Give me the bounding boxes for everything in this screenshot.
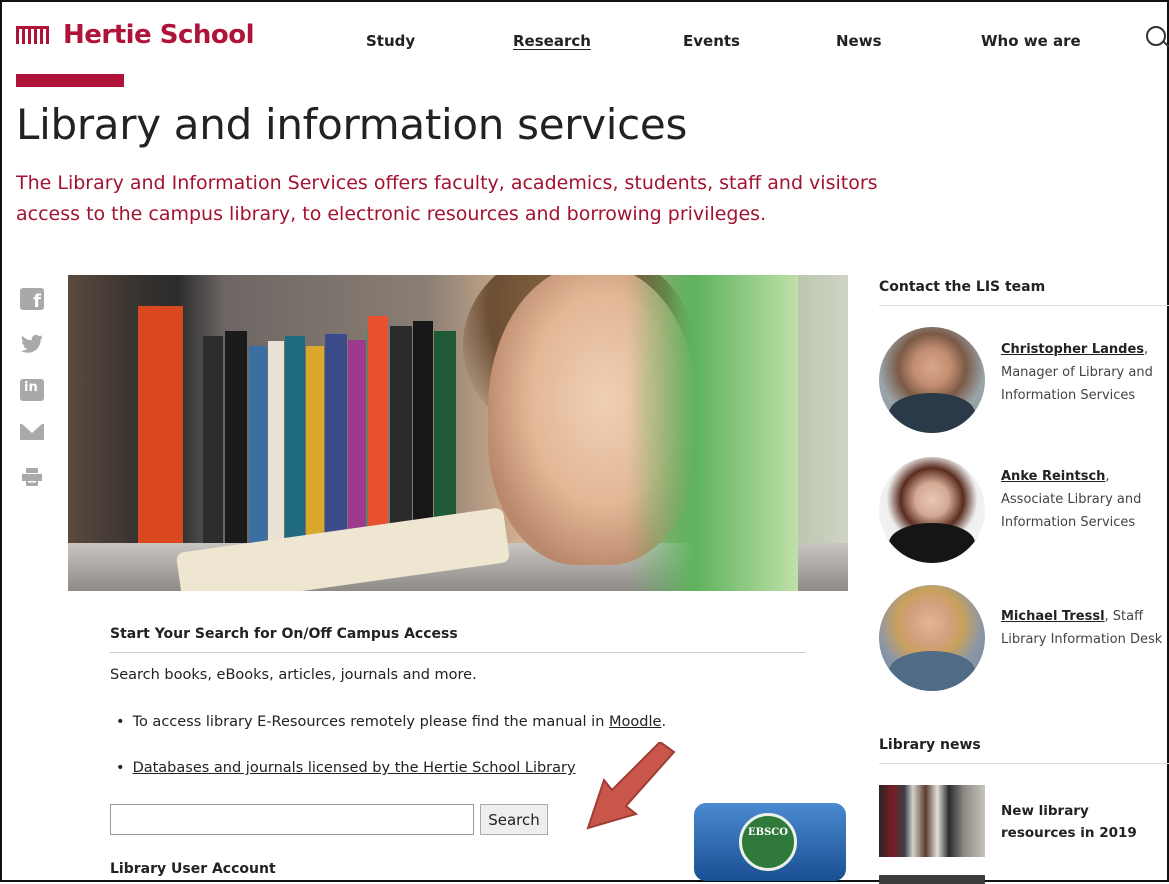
logo-mark-icon [16, 26, 49, 44]
news-thumbnail[interactable] [879, 785, 985, 857]
account-heading: Library User Account [110, 861, 276, 877]
linkedin-icon[interactable] [20, 379, 44, 401]
bullet-end: . [661, 714, 667, 730]
person-name-link[interactable]: Michael Tressl [1001, 609, 1105, 624]
list-item-moodle: • To access library E-Resources remotely … [116, 714, 667, 730]
contact-heading: Contact the LIS team [879, 279, 1046, 295]
twitter-icon[interactable] [20, 334, 44, 356]
list-item-databases: • Databases and journals licensed by the … [116, 760, 576, 776]
logo-text: Hertie School [63, 20, 255, 50]
page-intro: The Library and Information Services off… [16, 172, 878, 225]
databases-link[interactable]: Databases and journals licensed by the H… [133, 760, 576, 776]
accent-bar [16, 74, 124, 87]
library-search-input[interactable] [110, 804, 474, 835]
search-description: Search books, eBooks, articles, journals… [110, 667, 477, 683]
hertie-logo[interactable]: Hertie School [16, 20, 255, 50]
hero-image-woman-reading [68, 275, 848, 591]
contact-person-3: Michael Tressl, Staff Library Informatio… [1001, 605, 1169, 651]
nav-news[interactable]: News [836, 32, 882, 50]
site-header: Hertie School Study Research Events News… [2, 2, 1169, 74]
ebsco-label: EBSCO [748, 827, 788, 838]
person-name-link[interactable]: Anke Reintsch [1001, 469, 1105, 484]
nav-study[interactable]: Study [366, 32, 415, 50]
bullet-text: To access library E-Resources remotely p… [132, 714, 610, 730]
avatar [879, 457, 985, 563]
search-icon[interactable] [1146, 26, 1166, 46]
moodle-link[interactable]: Moodle [609, 714, 661, 730]
ebsco-logo-icon [739, 813, 797, 871]
divider [879, 305, 1169, 306]
person-name-link[interactable]: Christopher Landes [1001, 342, 1144, 357]
ebsco-discovery-button[interactable]: EBSCO [694, 803, 846, 881]
page-title: Library and information services [16, 100, 688, 149]
contact-person-1: Christopher Landes, Manager of Library a… [1001, 338, 1169, 407]
nav-research[interactable]: Research [513, 32, 591, 50]
search-heading: Start Your Search for On/Off Campus Acce… [110, 626, 458, 642]
nav-events[interactable]: Events [683, 32, 740, 50]
print-icon[interactable] [20, 468, 44, 486]
mail-icon[interactable] [20, 424, 44, 440]
contact-person-2: Anke Reintsch, Associate Library and Inf… [1001, 465, 1169, 534]
search-button[interactable]: Search [480, 804, 548, 835]
news-heading: Library news [879, 737, 981, 753]
facebook-icon[interactable] [20, 288, 44, 312]
news-thumbnail[interactable] [879, 875, 985, 884]
divider [110, 652, 806, 653]
divider [879, 763, 1169, 764]
avatar [879, 327, 985, 433]
avatar [879, 585, 985, 691]
news-item-link[interactable]: New library resources in 2019 [1001, 800, 1166, 844]
nav-who-we-are[interactable]: Who we are [981, 32, 1081, 50]
red-arrow-annotation [586, 742, 676, 830]
